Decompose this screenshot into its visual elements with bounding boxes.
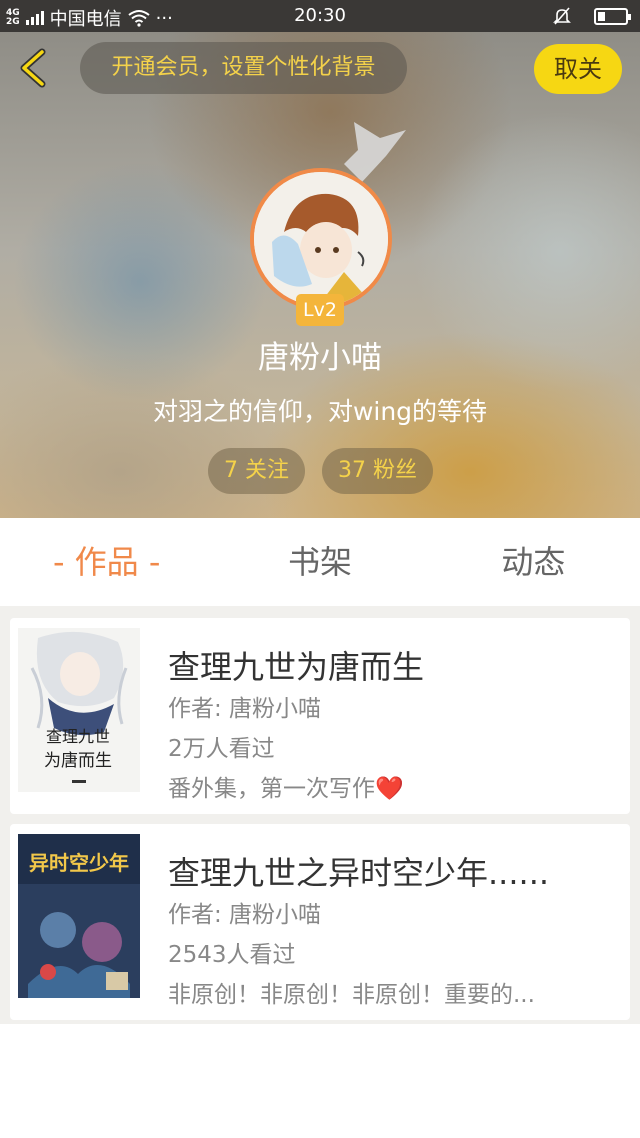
tab-bookshelf[interactable]: 书架	[213, 518, 426, 606]
cover-title-line1: 查理九世	[46, 727, 110, 746]
vip-background-prompt[interactable]: 开通会员，设置个性化背景	[80, 42, 407, 94]
avatar-illustration	[254, 172, 388, 306]
cover-title-line2: 为唐而生	[44, 750, 112, 771]
description-text: 番外集，第一次写作	[168, 776, 375, 802]
cover-title: 异时空少年	[29, 851, 129, 875]
heart-icon: ❤️	[375, 776, 404, 802]
book-author: 作者: 唐粉小喵	[168, 902, 322, 928]
chevron-left-icon	[20, 48, 46, 88]
profile-header: 开通会员，设置个性化背景 取关 Lv2 唐粉小喵 对羽之的信仰，对wing的等待…	[0, 32, 640, 518]
book-list: 查理九世 为唐而生 查理九世为唐而生 作者: 唐粉小喵 2万人看过 番外集，第一…	[0, 606, 640, 1024]
tab-bar: - 作品 - 书架 动态	[0, 518, 640, 606]
book-title[interactable]: 查理九世为唐而生	[168, 642, 608, 688]
unfollow-button[interactable]: 取关	[534, 44, 622, 94]
book-views: 2543人看过	[168, 942, 296, 968]
cover-illustration: 查理九世 为唐而生	[18, 628, 140, 792]
following-count[interactable]: 7 关注	[208, 448, 305, 494]
avatar[interactable]	[250, 168, 392, 310]
status-right	[552, 6, 631, 26]
user-bio: 对羽之的信仰，对wing的等待	[152, 397, 488, 426]
cover-illustration: 异时空少年	[18, 834, 140, 998]
book-title[interactable]: 查理九世之异时空少年......	[168, 848, 608, 894]
book-author: 作者: 唐粉小喵	[168, 696, 322, 722]
book-views: 2万人看过	[168, 736, 275, 762]
battery-icon	[594, 7, 631, 25]
book-description: 非原创！非原创！非原创！重要的...	[168, 982, 535, 1008]
tab-activity[interactable]: 动态	[427, 518, 640, 606]
level-badge: Lv2	[296, 294, 344, 326]
book-cover: 查理九世 为唐而生	[18, 628, 140, 792]
status-bar: 4G 2G 中国电信 ··· 20:30	[0, 0, 640, 32]
fans-count[interactable]: 37 粉丝	[322, 448, 433, 494]
bell-muted-icon	[553, 7, 571, 25]
tab-works[interactable]: - 作品 -	[0, 518, 213, 606]
username: 唐粉小喵	[258, 340, 382, 376]
book-card[interactable]: 异时空少年 查理九世之异时空少年...... 作者: 唐粉小喵 2543人看过 …	[10, 824, 630, 1020]
book-description: 番外集，第一次写作❤️	[168, 774, 608, 804]
book-card[interactable]: 查理九世 为唐而生 查理九世为唐而生 作者: 唐粉小喵 2万人看过 番外集，第一…	[10, 618, 630, 814]
clock: 20:30	[294, 5, 346, 26]
back-button[interactable]	[12, 46, 56, 90]
book-cover: 异时空少年	[18, 834, 140, 998]
